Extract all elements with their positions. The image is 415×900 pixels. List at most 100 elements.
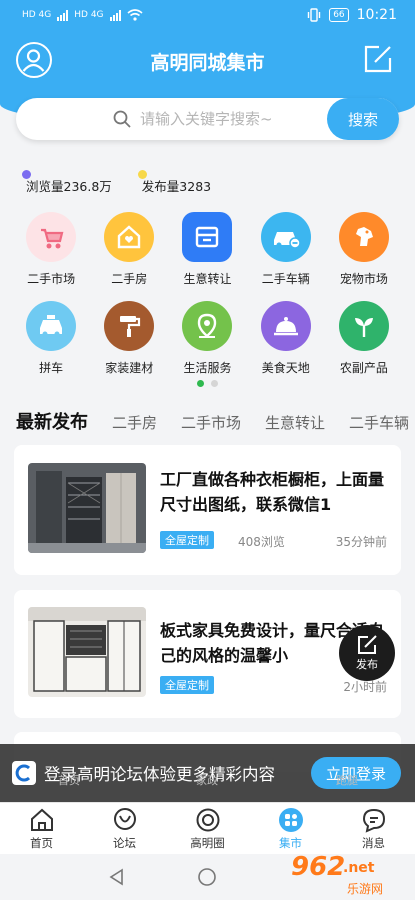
posts-stat: 发布量3283 xyxy=(137,170,212,195)
nav-label: 论坛 xyxy=(113,836,136,850)
wifi-icon xyxy=(127,9,143,21)
compose-button[interactable] xyxy=(363,44,393,74)
nav-label: 首页 xyxy=(30,836,53,850)
search-button[interactable]: 搜索 xyxy=(327,98,399,140)
posts-count: 发布量3283 xyxy=(141,179,212,194)
forum-icon xyxy=(113,808,136,830)
post-thumbnail xyxy=(28,463,146,553)
nav-market[interactable]: 集市 xyxy=(249,803,332,854)
watermark-site: 乐游网 xyxy=(347,882,384,896)
nav-home[interactable]: 首页 xyxy=(0,803,83,854)
tab-latest[interactable]: 最新发布 xyxy=(16,408,88,434)
network-indicator-1: HD 4G xyxy=(22,10,52,20)
hidden-label: 首页 xyxy=(58,774,80,787)
bottom-nav: 首页 论坛 高明圈 集市 消息 xyxy=(0,802,415,854)
shop-icon xyxy=(182,212,233,262)
nav-forum[interactable]: 论坛 xyxy=(83,803,166,854)
page-dot-active xyxy=(197,380,204,387)
search-input[interactable] xyxy=(140,98,320,140)
circle-icon xyxy=(196,808,219,832)
dog-icon xyxy=(338,212,389,262)
vibrate-icon xyxy=(307,8,321,22)
category-label: 家装建材 xyxy=(105,361,154,375)
nav-messages[interactable]: 消息 xyxy=(332,803,415,854)
watermark: 962 .net 乐游网 xyxy=(287,852,407,898)
category-carpool[interactable]: 拼车 xyxy=(12,301,90,376)
back-icon[interactable] xyxy=(108,868,124,886)
watermark-suffix: .net xyxy=(343,860,375,876)
category-label: 生活服务 xyxy=(183,361,232,375)
category-business-transfer[interactable]: 生意转让 xyxy=(168,212,246,287)
compose-icon xyxy=(364,45,392,73)
post-thumbnail xyxy=(28,607,146,697)
post-tag: 全屋定制 xyxy=(160,676,214,694)
tab-business-transfer[interactable]: 生意转让 xyxy=(265,412,325,433)
tab-second-hand-vehicles[interactable]: 二手车辆 xyxy=(349,412,409,433)
post-title: 工厂直做各种衣柜橱柜，上面量尺寸出图纸，联系微信1 xyxy=(160,470,385,514)
views-count: 浏览量236.8万 xyxy=(26,179,112,194)
category-farm-products[interactable]: 农副产品 xyxy=(325,301,403,376)
category-life-services[interactable]: 生活服务 xyxy=(168,301,246,376)
page-title: 高明同城集市 xyxy=(150,52,265,74)
signal-icon-2 xyxy=(109,9,121,21)
post-card[interactable]: 工厂直做各种衣柜橱柜，上面量尺寸出图纸，联系微信1 全屋定制 408浏览 35分… xyxy=(14,445,401,575)
publish-button[interactable]: 发布 xyxy=(339,625,395,681)
app-logo-icon xyxy=(12,761,36,785)
taxi-icon xyxy=(26,301,77,351)
category-label: 二手房 xyxy=(111,272,148,286)
signal-icon xyxy=(57,9,69,21)
message-icon xyxy=(362,808,385,833)
views-stat: 浏览量236.8万 xyxy=(22,170,112,195)
sprout-icon xyxy=(338,301,389,351)
tab-second-hand-house[interactable]: 二手房 xyxy=(112,412,157,433)
nav-label: 集市 xyxy=(279,836,302,850)
post-views: 408浏览 xyxy=(238,535,285,549)
category-grid: 二手市场 二手房 生意转让 二手车辆 宠物市场 拼车 家装建材 生活服务 美食天… xyxy=(12,212,403,376)
feed-tabs: 最新发布 二手房 二手市场 生意转让 二手车辆 xyxy=(16,408,409,434)
food-cloche-icon xyxy=(260,301,311,351)
stats: 浏览量236.8万 发布量3283 xyxy=(22,170,212,195)
search-icon xyxy=(113,110,131,128)
category-home-materials[interactable]: 家装建材 xyxy=(90,301,168,376)
status-bar: HD 4G HD 4G 66 10:21 xyxy=(0,0,415,30)
page-indicator xyxy=(0,380,415,387)
category-label: 二手市场 xyxy=(27,272,76,286)
category-pet-market[interactable]: 宠物市场 xyxy=(325,212,403,287)
nav-circle[interactable]: 高明圈 xyxy=(166,803,249,854)
category-label: 生意转让 xyxy=(183,272,232,286)
hidden-label: 家政 xyxy=(196,774,218,787)
post-time: 35分钟前 xyxy=(335,535,387,549)
category-second-hand-house[interactable]: 二手房 xyxy=(90,212,168,287)
watermark-number: 962 xyxy=(291,852,346,882)
post-tag: 全屋定制 xyxy=(160,531,214,549)
clock: 10:21 xyxy=(356,7,397,23)
category-second-hand-market[interactable]: 二手市场 xyxy=(12,212,90,287)
battery-icon: 66 xyxy=(329,8,349,22)
home-icon xyxy=(30,808,53,831)
page-dot xyxy=(211,380,218,387)
category-label: 农副产品 xyxy=(339,361,388,375)
search-bar: 搜索 xyxy=(16,98,399,140)
location-pin-icon xyxy=(182,301,233,351)
tab-second-hand-market[interactable]: 二手市场 xyxy=(181,412,241,433)
car-icon xyxy=(260,212,311,262)
paint-roller-icon xyxy=(104,301,155,351)
category-label: 拼车 xyxy=(39,361,64,375)
home-circle-icon[interactable] xyxy=(197,867,217,887)
status-right: 66 10:21 xyxy=(307,7,397,23)
category-label: 美食天地 xyxy=(261,361,310,375)
category-food[interactable]: 美食天地 xyxy=(247,301,325,376)
house-heart-icon xyxy=(104,212,155,262)
posts-dot xyxy=(137,170,147,179)
status-left: HD 4G HD 4G xyxy=(22,9,143,21)
nav-label: 高明圈 xyxy=(190,836,225,850)
network-indicator-2: HD 4G xyxy=(74,10,104,20)
market-icon xyxy=(278,808,303,832)
views-dot xyxy=(22,170,31,179)
hidden-label: 跑腿 xyxy=(336,774,358,787)
category-second-hand-vehicles[interactable]: 二手车辆 xyxy=(247,212,325,287)
publish-label: 发布 xyxy=(356,658,378,671)
compose-icon xyxy=(358,635,377,654)
nav-label: 消息 xyxy=(362,836,385,850)
stroller-icon xyxy=(26,212,77,262)
